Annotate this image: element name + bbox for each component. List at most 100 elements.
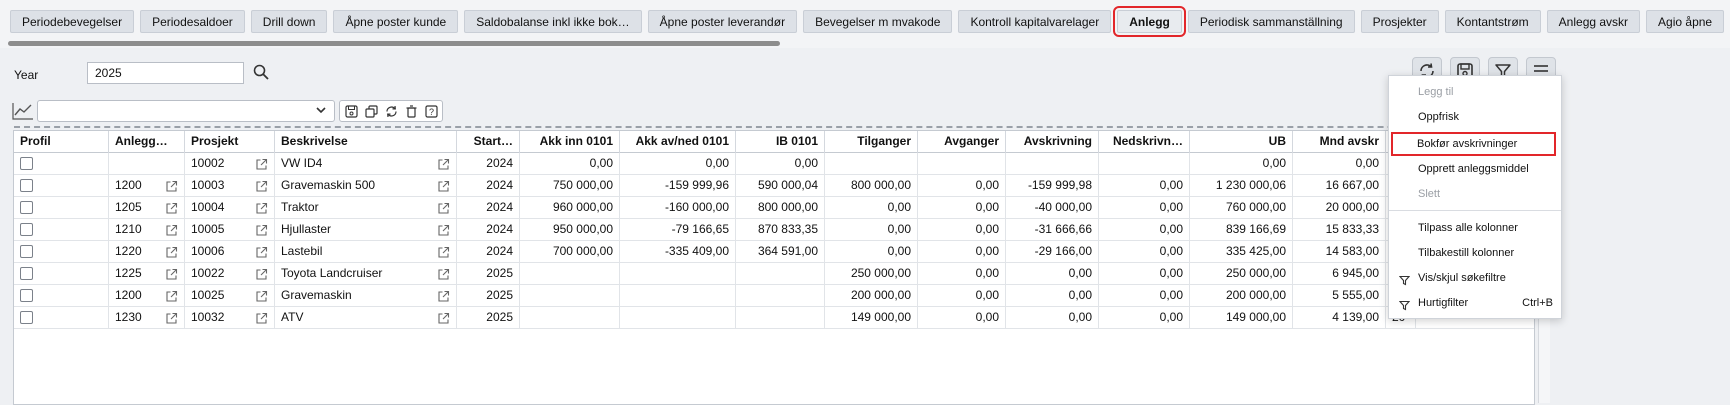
column-header[interactable]: Beskrivelse bbox=[275, 131, 457, 153]
column-header[interactable]: Profil bbox=[14, 131, 109, 153]
open-link-icon[interactable] bbox=[255, 179, 268, 192]
tab-anlegg-avskr[interactable]: Anlegg avskr bbox=[1546, 10, 1641, 33]
cell-mnd: 5 555,00 bbox=[1293, 285, 1386, 307]
column-header[interactable]: Start… bbox=[457, 131, 520, 153]
cell-text: 0,00 bbox=[975, 310, 999, 324]
menu-item-vis-skjul-filtre[interactable]: Vis/skjul søkefiltre bbox=[1389, 267, 1561, 289]
cell-text: 0,00 bbox=[1159, 310, 1183, 324]
row-checkbox[interactable] bbox=[20, 311, 33, 324]
row-checkbox[interactable] bbox=[20, 157, 33, 170]
table-row[interactable]: 1220 10006 Lastebil 2024 700 000,00 -335 409,… bbox=[14, 241, 1534, 263]
table-row[interactable]: 1205 10004 Traktor 2024 960 000,00 -160 000,0… bbox=[14, 197, 1534, 219]
open-link-icon[interactable] bbox=[437, 201, 450, 214]
row-checkbox[interactable] bbox=[20, 179, 33, 192]
table-row[interactable]: 1200 10003 Gravemaskin 500 2024 750 000,00 -1… bbox=[14, 175, 1534, 197]
open-link-icon[interactable] bbox=[165, 201, 178, 214]
tab-åpne-poster-leverandør[interactable]: Åpne poster leverandør bbox=[647, 10, 798, 33]
cell-start: 2024 bbox=[457, 175, 520, 197]
open-link-icon[interactable] bbox=[255, 289, 268, 302]
menu-item-tilbakestill-kolonner[interactable]: Tilbakestill kolonner bbox=[1389, 242, 1561, 264]
column-header[interactable]: Avganger bbox=[918, 131, 1006, 153]
row-checkbox[interactable] bbox=[20, 289, 33, 302]
menu-item-slett[interactable]: Slett bbox=[1389, 183, 1561, 205]
column-header[interactable]: Tilganger bbox=[825, 131, 918, 153]
tab-periodesaldoer[interactable]: Periodesaldoer bbox=[140, 10, 245, 33]
filter-icon bbox=[1398, 272, 1411, 286]
table-row[interactable]: 1200 10025 Gravemaskin 2025 200 000,00 0,00 0,… bbox=[14, 285, 1534, 307]
column-header[interactable]: Nedskrivn… bbox=[1099, 131, 1190, 153]
row-checkbox[interactable] bbox=[20, 223, 33, 236]
column-header[interactable]: Akk inn 0101 bbox=[520, 131, 620, 153]
year-input[interactable]: 2025 bbox=[87, 62, 244, 84]
open-link-icon[interactable] bbox=[255, 157, 268, 170]
tab-kontroll-kapitalvarelager[interactable]: Kontroll kapitalvarelager bbox=[958, 10, 1112, 33]
open-link-icon[interactable] bbox=[437, 223, 450, 236]
column-header[interactable]: Avskrivning bbox=[1006, 131, 1099, 153]
row-checkbox[interactable] bbox=[20, 201, 33, 214]
copy-icon[interactable] bbox=[363, 103, 379, 119]
open-link-icon[interactable] bbox=[165, 267, 178, 280]
tab-saldobalanse-inkl-ikke-bok[interactable]: Saldobalanse inkl ikke bok… bbox=[464, 10, 642, 33]
tab-kontantstrøm[interactable]: Kontantstrøm bbox=[1444, 10, 1541, 33]
save-view-icon[interactable] bbox=[343, 103, 359, 119]
cell-prosjekt: 10025 bbox=[185, 285, 275, 307]
cell-tilganger bbox=[825, 153, 918, 175]
open-link-icon[interactable] bbox=[437, 289, 450, 302]
menu-item-bokfor-avskrivninger[interactable]: Bokfør avskrivninger bbox=[1391, 132, 1556, 156]
cell-avskrivning bbox=[1006, 153, 1099, 175]
open-link-icon[interactable] bbox=[255, 223, 268, 236]
table-row[interactable]: 1210 10005 Hjullaster 2024 950 000,00 -79 166… bbox=[14, 219, 1534, 241]
column-header[interactable]: IB 0101 bbox=[736, 131, 825, 153]
open-link-icon[interactable] bbox=[255, 245, 268, 258]
open-link-icon[interactable] bbox=[165, 179, 178, 192]
open-link-icon[interactable] bbox=[255, 201, 268, 214]
tab-drill-down[interactable]: Drill down bbox=[250, 10, 328, 33]
tab-scrollbar[interactable] bbox=[8, 41, 780, 46]
column-header[interactable]: Akk av/ned 0101 bbox=[620, 131, 736, 153]
table-row[interactable]: 1225 10022 Toyota Landcruiser 2025 250 000,0… bbox=[14, 263, 1534, 285]
cell-avskrivning: -31 666,66 bbox=[1006, 219, 1099, 241]
cell-text: 10032 bbox=[191, 310, 225, 324]
column-header[interactable]: Mnd avskr bbox=[1293, 131, 1386, 153]
cell-text: 2024 bbox=[486, 244, 513, 258]
column-header[interactable]: Prosjekt bbox=[185, 131, 275, 153]
tab-periodebevegelser[interactable]: Periodebevegelser bbox=[10, 10, 135, 33]
open-link-icon[interactable] bbox=[165, 245, 178, 258]
tab-anlegg[interactable]: Anlegg bbox=[1113, 6, 1186, 37]
open-link-icon[interactable] bbox=[437, 179, 450, 192]
open-link-icon[interactable] bbox=[255, 267, 268, 280]
cell-text: 1 230 000,06 bbox=[1215, 178, 1286, 192]
cell-nedskrivning: 0,00 bbox=[1099, 307, 1190, 329]
tab-periodisk-sammanställning[interactable]: Periodisk sammanställning bbox=[1187, 10, 1355, 33]
reload-icon[interactable] bbox=[383, 103, 399, 119]
tab-agio-åpne[interactable]: Agio åpne bbox=[1646, 10, 1725, 33]
column-header[interactable]: UB bbox=[1190, 131, 1293, 153]
menu-item-oppfrisk[interactable]: Oppfrisk bbox=[1389, 106, 1561, 128]
search-icon[interactable] bbox=[252, 63, 272, 83]
help-icon[interactable]: ? bbox=[423, 103, 439, 119]
open-link-icon[interactable] bbox=[437, 157, 450, 170]
menu-item-legg-til[interactable]: Legg til bbox=[1389, 81, 1561, 103]
column-header[interactable]: Anlegg… bbox=[109, 131, 185, 153]
row-checkbox[interactable] bbox=[20, 267, 33, 280]
open-link-icon[interactable] bbox=[437, 245, 450, 258]
menu-item-opprett-anleggsmiddel[interactable]: Opprett anleggsmiddel bbox=[1389, 158, 1561, 180]
menu-item-tilpass-kolonner[interactable]: Tilpass alle kolonner bbox=[1389, 217, 1561, 239]
cell-text: 10004 bbox=[191, 200, 225, 214]
tab-prosjekter[interactable]: Prosjekter bbox=[1360, 10, 1439, 33]
row-checkbox[interactable] bbox=[20, 245, 33, 258]
open-link-icon[interactable] bbox=[165, 311, 178, 324]
open-link-icon[interactable] bbox=[165, 223, 178, 236]
chart-icon[interactable] bbox=[12, 102, 34, 120]
view-select[interactable] bbox=[37, 100, 335, 122]
table-row[interactable]: 1230 10032 ATV 2025 149 000,00 0,00 0,00 0,00 14… bbox=[14, 307, 1534, 329]
tab-åpne-poster-kunde[interactable]: Åpne poster kunde bbox=[333, 10, 459, 33]
tab-bevegelser-m-mvakode[interactable]: Bevegelser m mvakode bbox=[803, 10, 953, 33]
open-link-icon[interactable] bbox=[255, 311, 268, 324]
open-link-icon[interactable] bbox=[165, 289, 178, 302]
table-row[interactable]: 10002 VW ID4 2024 0,00 0,00 0,00 0,00 0,00 bbox=[14, 153, 1534, 175]
open-link-icon[interactable] bbox=[437, 267, 450, 280]
menu-item-hurtigfilter[interactable]: Hurtigfilter Ctrl+B bbox=[1389, 292, 1561, 314]
trash-icon[interactable] bbox=[403, 103, 419, 119]
open-link-icon[interactable] bbox=[437, 311, 450, 324]
